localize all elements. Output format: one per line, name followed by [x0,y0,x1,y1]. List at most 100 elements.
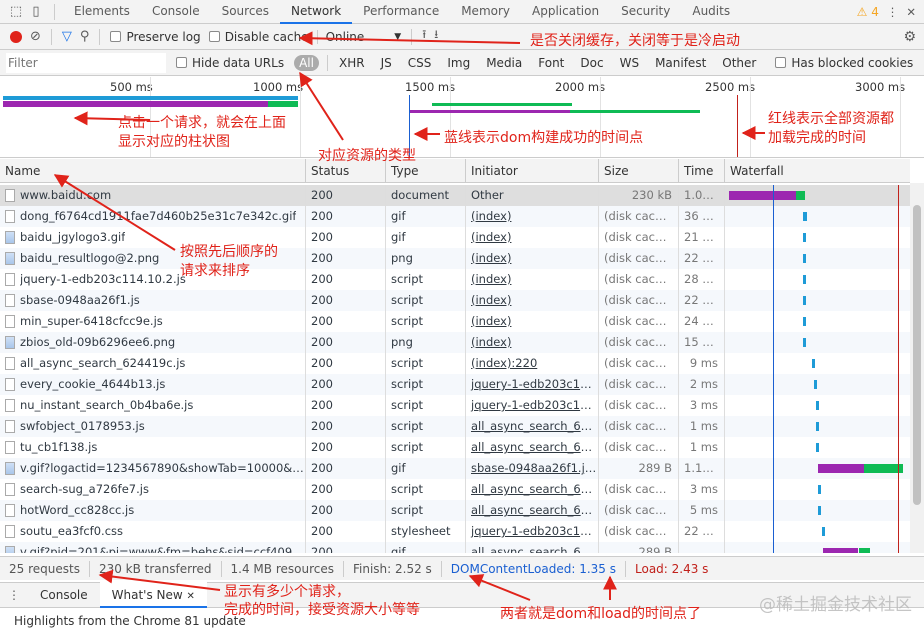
request-initiator[interactable]: jquery-1-edb203c114... [466,374,599,395]
search-icon[interactable]: ⚲ [80,29,90,44]
type-filter-css[interactable]: CSS [405,55,435,71]
inspect-element-icon[interactable]: ⬚ [6,2,26,22]
drawer-tab-whats-new[interactable]: What's New ✕ [99,582,207,608]
clear-icon[interactable]: ⊘ [30,29,41,44]
request-name-cell[interactable]: every_cookie_4644b13.js [0,374,306,395]
table-row[interactable]: nu_instant_search_0b4ba6e.js 200 script jqu… [0,395,910,416]
more-menu-icon[interactable]: ⋮ [887,5,899,19]
table-row[interactable]: baidu_resultlogo@2.png 200 png (index) (disk… [0,248,910,269]
request-name-cell[interactable]: zbios_old-09b6296ee6.png [0,332,306,353]
record-button[interactable] [10,30,22,43]
blocked-cookies-checkbox[interactable]: Has blocked cookies [775,56,913,70]
preserve-log-checkbox[interactable]: Preserve log [110,30,201,44]
checkbox-box[interactable] [775,57,787,68]
device-toolbar-icon[interactable]: ▯ [26,2,46,22]
type-filter-js[interactable]: JS [378,55,395,71]
request-initiator[interactable]: sbase-0948aa26f1.js:89 [466,458,599,479]
table-row[interactable]: v.gif?logactid=1234567890&showTab=10000&… [0,458,910,479]
table-row[interactable]: baidu_jgylogo3.gif 200 gif (index) (disk cac… [0,227,910,248]
request-initiator[interactable]: all_async_search_6244... [466,500,599,521]
warning-badge[interactable]: ⚠ 4 [857,5,879,19]
request-initiator[interactable]: jquery-1-edb203c114... [466,395,599,416]
close-icon[interactable]: ✕ [906,5,916,19]
tab-network[interactable]: Network [280,0,353,24]
request-initiator[interactable]: all_async_search_6244... [466,542,599,553]
request-initiator[interactable]: (index) [466,206,599,227]
type-filter-manifest[interactable]: Manifest [652,55,709,71]
settings-gear-icon[interactable]: ⚙ [903,29,916,45]
table-row[interactable]: soutu_ea3fcf0.css 200 stylesheet jquery-1-e… [0,521,910,542]
request-initiator[interactable]: jquery-1-edb203c114... [466,521,599,542]
request-initiator[interactable]: (index) [466,227,599,248]
type-filter-doc[interactable]: Doc [577,55,606,71]
request-initiator[interactable]: (index) [466,269,599,290]
request-name-cell[interactable]: hotWord_cc828cc.js [0,500,306,521]
table-row[interactable]: hotWord_cc828cc.js 200 script all_async_sea… [0,500,910,521]
request-initiator[interactable]: all_async_search_6244... [466,437,599,458]
checkbox-box[interactable] [208,31,220,42]
request-initiator[interactable]: (index):220 [466,353,599,374]
table-row[interactable]: sbase-0948aa26f1.js 200 script (index) (disk… [0,290,910,311]
throttling-select[interactable]: Online ▼ [316,29,401,44]
request-initiator[interactable]: (index) [466,332,599,353]
drawer-menu-icon[interactable]: ⋮ [0,588,28,602]
tab-audits[interactable]: Audits [681,0,741,24]
drawer-tab-console[interactable]: Console [28,582,100,608]
import-har-icon[interactable]: ⭱ [422,27,426,46]
column-initiator[interactable]: Initiator [466,159,599,183]
table-row[interactable]: swfobject_0178953.js 200 script all_async_s… [0,416,910,437]
table-row[interactable]: search-sug_a726fe7.js 200 script all_async_… [0,479,910,500]
tab-sources[interactable]: Sources [211,0,280,24]
column-time[interactable]: Time [679,159,725,183]
table-row[interactable]: min_super-6418cfcc9e.js 200 script (index)(… [0,311,910,332]
tab-performance[interactable]: Performance [352,0,450,24]
request-initiator[interactable]: all_async_search_6244... [466,416,599,437]
request-name-cell[interactable]: tu_cb1f138.js [0,437,306,458]
checkbox-box[interactable] [110,31,122,42]
tab-memory[interactable]: Memory [450,0,521,24]
type-filter-xhr[interactable]: XHR [336,55,368,71]
close-icon[interactable]: ✕ [187,591,195,602]
column-waterfall[interactable]: Waterfall [725,159,910,183]
table-row[interactable]: all_async_search_624419c.js 200 script (ind… [0,353,910,374]
request-name-cell[interactable]: dong_f6764cd1911fae7d460b25e31c7e342c.gi… [0,206,306,227]
table-row[interactable]: dong_f6764cd1911fae7d460b25e31c7e342c.gi… [0,206,910,227]
request-initiator[interactable]: (index) [466,248,599,269]
type-filter-other[interactable]: Other [719,55,759,71]
type-filter-img[interactable]: Img [444,55,473,71]
request-name-cell[interactable]: all_async_search_624419c.js [0,353,306,374]
request-initiator[interactable]: all_async_search_6244... [466,479,599,500]
request-name-cell[interactable]: v.gif?pid=201&pj=www&fm=behs&sid=ccf409d… [0,542,306,553]
tab-application[interactable]: Application [521,0,610,24]
request-name-cell[interactable]: search-sug_a726fe7.js [0,479,306,500]
tab-console[interactable]: Console [141,0,211,24]
request-name-cell[interactable]: v.gif?logactid=1234567890&showTab=10000&… [0,458,306,479]
export-har-icon[interactable]: ⭳ [434,27,438,46]
table-row[interactable]: v.gif?pid=201&pj=www&fm=behs&sid=ccf409d… [0,542,910,553]
table-row[interactable]: tu_cb1f138.js 200 script all_async_search_6… [0,437,910,458]
column-name[interactable]: Name [0,159,306,183]
request-name-cell[interactable]: nu_instant_search_0b4ba6e.js [0,395,306,416]
type-filter-ws[interactable]: WS [617,55,642,71]
table-row[interactable]: every_cookie_4644b13.js 200 script jquery-1… [0,374,910,395]
table-row[interactable]: www.baidu.com 200 document Other 230 kB 1.01 … [0,185,910,206]
filter-icon[interactable]: ▽ [62,29,72,44]
request-name-cell[interactable]: swfobject_0178953.js [0,416,306,437]
filter-input[interactable] [6,52,166,73]
tab-security[interactable]: Security [610,0,681,24]
disable-cache-checkbox[interactable]: Disable cache [208,30,309,44]
type-filter-media[interactable]: Media [483,55,525,71]
tab-elements[interactable]: Elements [63,0,141,24]
checkbox-box[interactable] [176,57,187,68]
table-row[interactable]: jquery-1-edb203c114.10.2.js 200 script (ind… [0,269,910,290]
request-initiator[interactable]: (index) [466,290,599,311]
hide-data-urls-checkbox[interactable]: Hide data URLs [176,56,284,70]
request-initiator[interactable]: (index) [466,311,599,332]
request-name-cell[interactable]: sbase-0948aa26f1.js [0,290,306,311]
table-scrollbar[interactable] [910,183,924,553]
request-name-cell[interactable]: www.baidu.com [0,185,306,206]
type-filter-all[interactable]: All [294,54,319,71]
request-name-cell[interactable]: soutu_ea3fcf0.css [0,521,306,542]
scrollbar-thumb[interactable] [913,205,921,505]
type-filter-font[interactable]: Font [535,55,567,71]
